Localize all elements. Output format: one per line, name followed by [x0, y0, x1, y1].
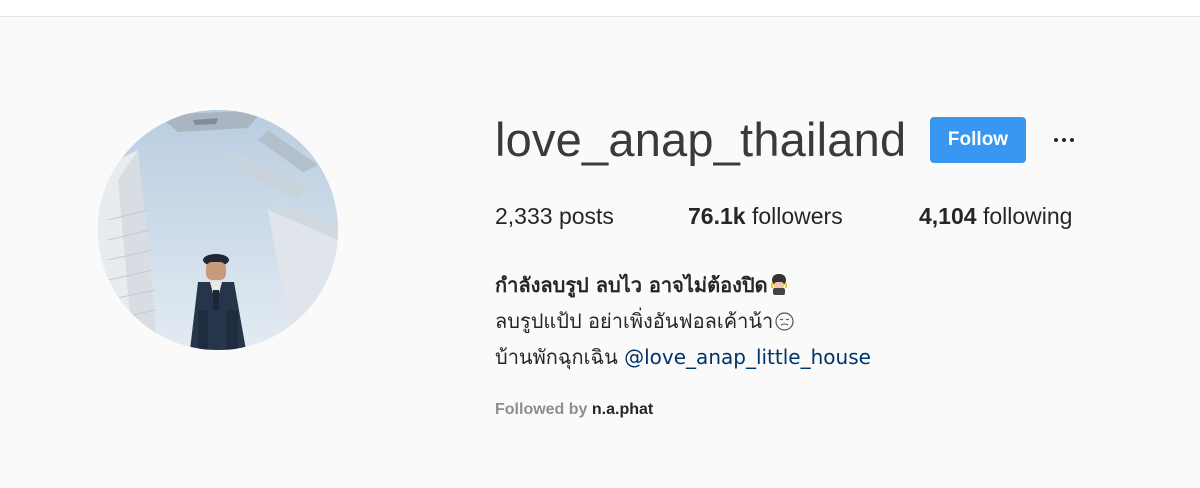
profile-username: love_anap_thailand — [495, 113, 907, 166]
downcast-face-emoji-icon — [775, 309, 794, 331]
bio-name: กำลังลบรูป ลบไว อาจไม่ต้องปิด — [495, 273, 768, 297]
followers-label: followers — [751, 203, 843, 229]
posts-count: 2,333 — [495, 203, 553, 229]
bio-mention-link[interactable]: @love_anap_little_house — [624, 345, 871, 369]
avatar-photo — [98, 110, 338, 350]
follow-button[interactable]: Follow — [930, 117, 1026, 163]
bio-line-2: ลบรูปแป้ป อย่าเพิ่งอันฟอลเค้าน้า — [495, 306, 871, 342]
following-count: 4,104 — [919, 203, 977, 229]
ellipsis-icon — [1054, 138, 1074, 142]
bio-line-2-text: ลบรูปแป้ป อย่าเพิ่งอันฟอลเค้าน้า — [495, 309, 774, 333]
followed-by[interactable]: Followed by n.a.phat — [495, 401, 653, 419]
bio-line-3-text: บ้านพักฉุกเฉิน — [495, 345, 618, 369]
followed-by-account[interactable]: n.a.phat — [592, 401, 653, 418]
bio-name-line: กำลังลบรูป ลบไว อาจไม่ต้องปิด — [495, 270, 871, 306]
following-label: following — [982, 203, 1073, 229]
posts-stat: 2,333 posts — [495, 203, 614, 230]
followers-stat[interactable]: 76.1k followers — [688, 203, 843, 230]
following-stat[interactable]: 4,104 following — [919, 203, 1072, 230]
more-options-button[interactable] — [1044, 122, 1084, 158]
bio-line-3: บ้านพักฉุกเฉิน @love_anap_little_house — [495, 342, 871, 378]
followed-by-label: Followed by — [495, 401, 588, 418]
profile-avatar[interactable] — [98, 110, 338, 350]
guardsman-emoji-icon — [770, 273, 788, 295]
posts-label: posts — [558, 203, 614, 229]
top-navigation-bar — [0, 0, 1200, 17]
profile-bio: กำลังลบรูป ลบไว อาจไม่ต้องปิด ลบรูปแป้ป … — [495, 270, 871, 378]
followers-count: 76.1k — [688, 203, 746, 229]
